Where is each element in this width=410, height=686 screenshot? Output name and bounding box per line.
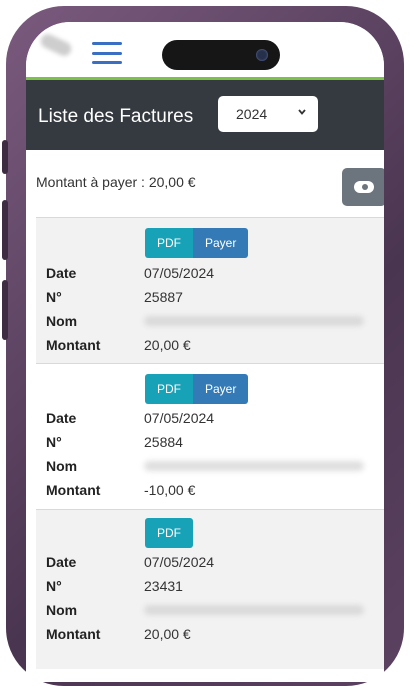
number-row: N° 23431 xyxy=(46,575,183,597)
number-label: N° xyxy=(46,289,62,305)
invoice-card: PDF Date 07/05/2024 N° 23431 Nom Montant… xyxy=(36,509,384,669)
date-row: Date 07/05/2024 xyxy=(46,262,214,284)
invoice-actions: PDF xyxy=(145,518,193,548)
date-value: 07/05/2024 xyxy=(144,265,215,281)
number-label: N° xyxy=(46,434,62,450)
amount-value: 20,00 € xyxy=(144,337,191,353)
blurred-icon xyxy=(38,31,74,59)
top-bar xyxy=(26,22,384,77)
number-value: 23431 xyxy=(144,578,183,594)
amount-label: Montant xyxy=(46,482,101,498)
invoice-card: PDF Payer Date 07/05/2024 N° 25884 Nom M… xyxy=(36,363,384,509)
amount-label: Montant xyxy=(46,337,101,353)
amount-value: 20,00 € xyxy=(144,626,191,642)
date-row: Date 07/05/2024 xyxy=(46,407,214,429)
number-label: N° xyxy=(46,578,62,594)
date-label: Date xyxy=(46,410,77,426)
date-row: Date 07/05/2024 xyxy=(46,551,214,573)
name-label: Nom xyxy=(46,458,78,474)
number-row: N° 25884 xyxy=(46,431,183,453)
dynamic-island xyxy=(162,40,280,70)
name-label: Nom xyxy=(46,602,78,618)
number-row: N° 25887 xyxy=(46,286,183,308)
pdf-button[interactable]: PDF xyxy=(145,228,193,258)
phone-side-button xyxy=(2,280,8,340)
name-label: Nom xyxy=(46,313,78,329)
pay-button[interactable]: Payer xyxy=(193,228,249,258)
phone-side-button xyxy=(2,140,8,174)
camera-icon xyxy=(256,49,268,61)
invoice-actions: PDF Payer xyxy=(145,374,249,404)
page-title: Liste des Factures xyxy=(38,106,194,127)
year-select-value: 2024 xyxy=(236,106,268,122)
amount-due-text: Montant à payer : 20,00 € xyxy=(36,174,196,190)
invoice-actions: PDF Payer xyxy=(145,228,249,258)
amount-row: Montant 20,00 € xyxy=(46,623,191,645)
name-row: Nom xyxy=(46,599,364,621)
date-value: 07/05/2024 xyxy=(144,410,215,426)
hamburger-menu-icon[interactable] xyxy=(92,42,122,64)
amount-value: -10,00 € xyxy=(144,482,196,498)
chevron-down-icon xyxy=(298,109,306,115)
date-label: Date xyxy=(46,554,77,570)
number-value: 25884 xyxy=(144,434,183,450)
number-value: 25887 xyxy=(144,289,183,305)
toggle-icon xyxy=(354,181,374,193)
name-row: Nom xyxy=(46,310,364,332)
page-header: Liste des Factures 2024 xyxy=(26,80,384,150)
name-value-redacted xyxy=(144,461,364,471)
date-value: 07/05/2024 xyxy=(144,554,215,570)
phone-screen: Liste des Factures 2024 Montant à payer … xyxy=(26,22,384,682)
pdf-button[interactable]: PDF xyxy=(145,518,193,548)
name-row: Nom xyxy=(46,455,364,477)
pdf-button[interactable]: PDF xyxy=(145,374,193,404)
amount-label: Montant xyxy=(46,626,101,642)
year-select[interactable]: 2024 xyxy=(218,96,318,132)
invoice-card: PDF Payer Date 07/05/2024 N° 25887 Nom M… xyxy=(36,217,384,363)
toggle-button[interactable] xyxy=(342,168,384,206)
phone-side-button xyxy=(2,200,8,260)
pay-button[interactable]: Payer xyxy=(193,374,249,404)
amount-row: Montant 20,00 € xyxy=(46,334,191,356)
name-value-redacted xyxy=(144,605,364,615)
amount-row: Montant -10,00 € xyxy=(46,479,195,501)
date-label: Date xyxy=(46,265,77,281)
name-value-redacted xyxy=(144,316,364,326)
